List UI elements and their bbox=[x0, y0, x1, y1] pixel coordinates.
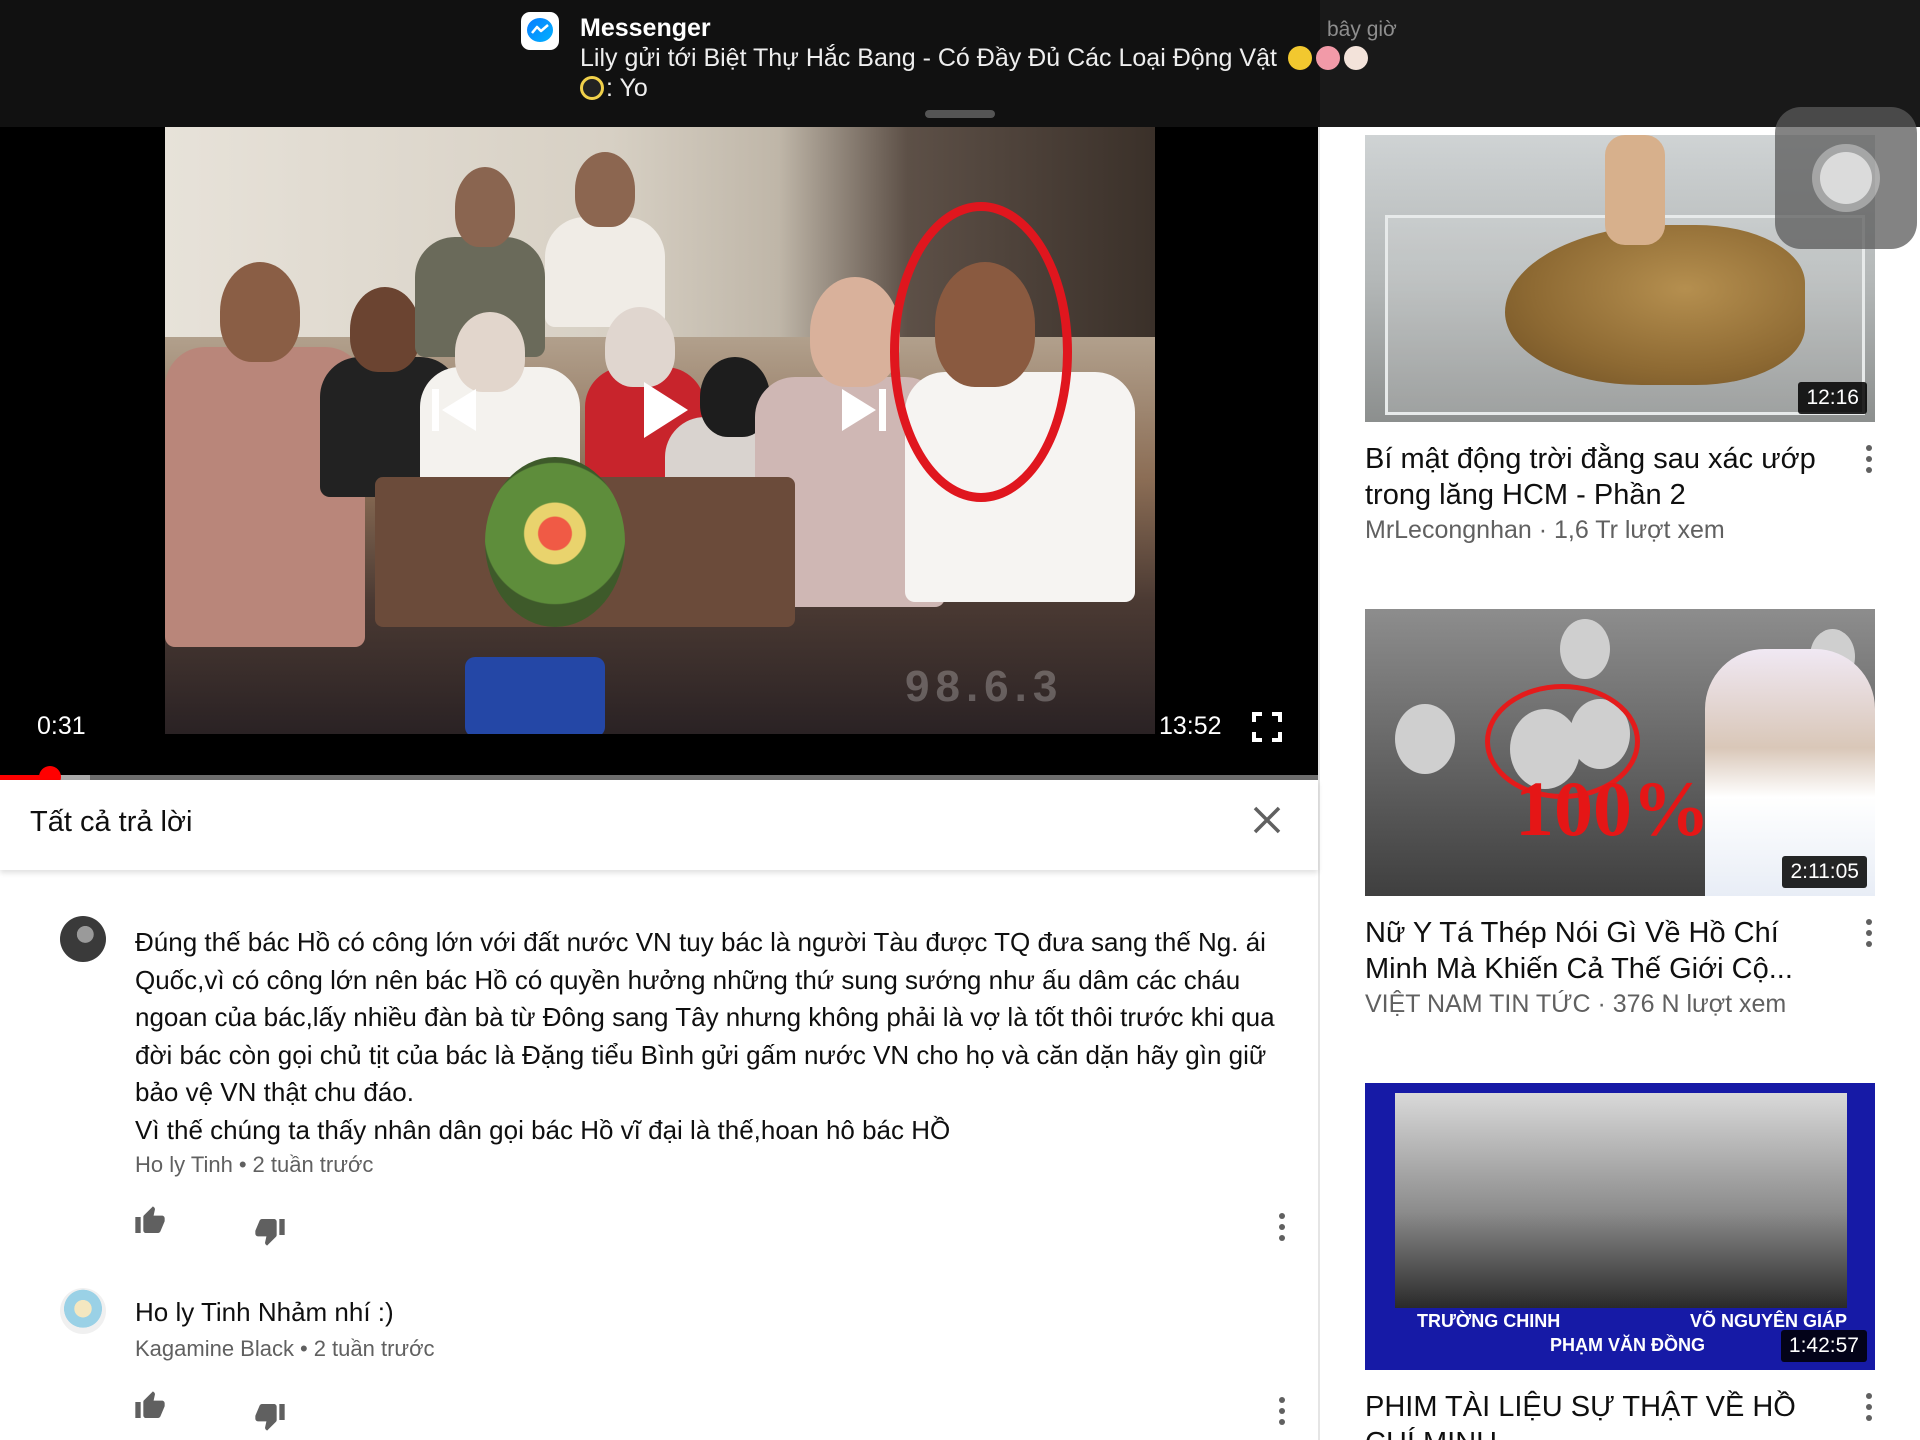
thumbnail-portrait bbox=[1545, 1093, 1697, 1308]
thumbnail-label: TRƯỜNG CHINH bbox=[1417, 1311, 1561, 1331]
notification-grabber-handle[interactable] bbox=[925, 110, 995, 118]
more-options-icon[interactable] bbox=[1863, 445, 1875, 475]
video-person-head bbox=[810, 277, 900, 387]
video-meta: VIỆT NAM TIN TỨC · 376 N lượt xem bbox=[1365, 990, 1787, 1018]
comment-text-line: Ho ly Tinh Nhảm nhí :) bbox=[135, 1297, 394, 1327]
thumbnail-portrait bbox=[1395, 1093, 1547, 1308]
comment-time: 2 tuần trước bbox=[313, 1336, 435, 1361]
video-duration: 2:11:05 bbox=[1782, 856, 1867, 888]
video-red-circle-annotation bbox=[890, 202, 1072, 502]
video-person-head bbox=[455, 312, 525, 392]
notification-text-2: : Yo bbox=[606, 74, 648, 102]
like-icon[interactable] bbox=[134, 1390, 166, 1422]
comment-text-line: Quốc,vì có công lớn nên bác Hồ có quyền … bbox=[135, 964, 1241, 995]
thumbnail-label: PHẠM VĂN ĐỒNG bbox=[1550, 1335, 1706, 1355]
video-person-head bbox=[220, 262, 300, 362]
notification-message-line1: Lily gửi tới Biệt Thự Hắc Bang - Có Đầy … bbox=[580, 44, 1368, 73]
more-options-icon[interactable] bbox=[1276, 1213, 1288, 1243]
thumbnail-hand bbox=[1605, 135, 1665, 245]
pig-emoji-icon bbox=[1315, 46, 1340, 70]
replies-header: Tất cả trả lời bbox=[0, 780, 1318, 870]
recommended-video[interactable]: 100% 2:11:05 Nữ Y Tá Thép Nói Gì Về Hồ C… bbox=[1365, 609, 1875, 1029]
video-flowers bbox=[485, 457, 625, 627]
comment-meta: Ho ly Tinh • 2 tuần trước bbox=[135, 1152, 374, 1177]
video-title[interactable]: PHIM TÀI LIỆU SỰ THẬT VỀ HỒ CHÍ MINH bbox=[1365, 1389, 1825, 1440]
avatar[interactable] bbox=[60, 1288, 106, 1334]
fullscreen-icon[interactable] bbox=[1252, 712, 1282, 742]
dislike-icon[interactable] bbox=[254, 1400, 286, 1432]
comment-text-line: ngoan của bác,lấy nhiều đàn bà từ Đông s… bbox=[135, 1002, 1275, 1032]
view-count: 376 N lượt xem bbox=[1612, 990, 1787, 1018]
replies-title: Tất cả trả lời bbox=[30, 806, 193, 838]
video-duration: 1:42:57 bbox=[1780, 1330, 1867, 1362]
comment-meta: Kagamine Black • 2 tuần trước bbox=[135, 1336, 435, 1361]
avatar[interactable] bbox=[60, 916, 106, 962]
thumbnail-label: VÕ NGUYÊN GIÁP bbox=[1690, 1311, 1848, 1331]
panel-divider bbox=[1318, 127, 1320, 1440]
notification-message-line2: : Yo bbox=[580, 74, 648, 103]
comment-text-line: bảo vệ VN thật chu đáo. bbox=[135, 1077, 414, 1107]
video-title[interactable]: Bí mật động trời đằng sau xác ướp trong … bbox=[1365, 441, 1825, 513]
video-person-head bbox=[575, 152, 635, 227]
video-person-head bbox=[455, 167, 515, 247]
messenger-notification[interactable]: Messenger bây giờ Lily gửi tới Biệt Thự … bbox=[0, 0, 1920, 127]
more-options-icon[interactable] bbox=[1276, 1397, 1288, 1427]
comment-time: 2 tuần trước bbox=[252, 1152, 374, 1177]
recommended-video[interactable]: TRƯỜNG CHINH PHẠM VĂN ĐỒNG VÕ NGUYÊN GIÁ… bbox=[1365, 1083, 1875, 1440]
comment-author[interactable]: Ho ly Tinh bbox=[135, 1152, 233, 1177]
video-meta: MrLecongnhan · 1,6 Tr lượt xem bbox=[1365, 516, 1725, 544]
video-thumbnail[interactable]: TRƯỜNG CHINH PHẠM VĂN ĐỒNG VÕ NGUYÊN GIÁ… bbox=[1365, 1083, 1875, 1370]
video-thumbnail[interactable]: 100% 2:11:05 bbox=[1365, 609, 1875, 896]
comment-text: Ho ly Tinh Nhảm nhí :) bbox=[135, 1294, 1285, 1332]
next-icon[interactable] bbox=[838, 385, 888, 435]
screen: 98.6.3 0:31 13:52 Messenger bây giờ Lily… bbox=[0, 0, 1920, 1440]
comment-text-line: Đúng thế bác Hồ có công lớn với đất nước… bbox=[135, 927, 1266, 957]
notification-text: Lily gửi tới Biệt Thự Hắc Bang - Có Đầy … bbox=[580, 44, 1277, 72]
penguin-emoji-icon bbox=[580, 76, 604, 100]
channel-name: MrLecongnhan bbox=[1365, 516, 1532, 544]
video-stool bbox=[465, 657, 605, 734]
video-person-head bbox=[350, 287, 420, 372]
shell-emoji-icon bbox=[1343, 46, 1368, 70]
channel-name: VIỆT NAM TIN TỨC bbox=[1365, 990, 1591, 1018]
close-icon[interactable] bbox=[1250, 803, 1284, 837]
video-title[interactable]: Nữ Y Tá Thép Nói Gì Về Hồ Chí Minh Mà Kh… bbox=[1365, 915, 1825, 987]
comment-author[interactable]: Kagamine Black bbox=[135, 1336, 294, 1361]
video-person-head bbox=[605, 307, 675, 387]
comment-text-line: đời bác còn gọi chủ tịt của bác là Đặng … bbox=[135, 1039, 1267, 1070]
notification-app-name: Messenger bbox=[580, 14, 711, 42]
previous-icon[interactable] bbox=[430, 385, 480, 435]
comment-text: Đúng thế bác Hồ có công lớn với đất nước… bbox=[135, 924, 1285, 1149]
thumbnail-portrait bbox=[1695, 1093, 1847, 1308]
more-options-icon[interactable] bbox=[1863, 1393, 1875, 1423]
thumbnail-face bbox=[1395, 704, 1455, 774]
total-duration: 13:52 bbox=[1159, 712, 1222, 740]
view-count: 1,6 Tr lượt xem bbox=[1554, 516, 1725, 544]
messenger-icon bbox=[521, 12, 559, 50]
dislike-icon[interactable] bbox=[254, 1215, 286, 1247]
like-icon[interactable] bbox=[134, 1205, 166, 1237]
comment-text-line: Vì thế chúng ta thấy nhân dân gọi bác Hồ… bbox=[135, 1114, 951, 1145]
chick-emoji-icon bbox=[1287, 46, 1312, 70]
video-date-stamp: 98.6.3 bbox=[905, 662, 1064, 711]
thumbnail-face bbox=[1560, 619, 1610, 679]
video-duration: 12:16 bbox=[1798, 382, 1867, 414]
thumbnail-caption: 100% bbox=[1515, 765, 1710, 852]
current-time: 0:31 bbox=[37, 712, 86, 740]
assistive-touch-button[interactable] bbox=[1775, 107, 1917, 249]
play-icon[interactable] bbox=[640, 380, 690, 440]
more-options-icon[interactable] bbox=[1863, 919, 1875, 949]
notification-time: bây giờ bbox=[1327, 18, 1397, 41]
